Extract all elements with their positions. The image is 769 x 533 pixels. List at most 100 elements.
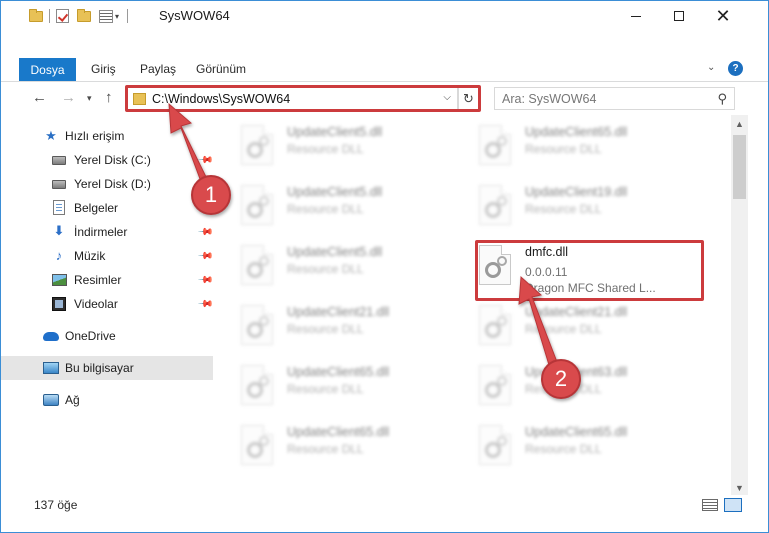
up-arrow-icon[interactable]: ↑ <box>105 89 113 106</box>
search-placeholder: Ara: SysWOW64 <box>502 92 597 106</box>
sidebar-item-pictures[interactable]: Resimler 📌 <box>1 268 214 292</box>
file-item[interactable]: UpdateClient19.dll Resource DLL <box>451 175 671 233</box>
scroll-up-icon[interactable]: ▲ <box>735 119 744 129</box>
file-list: UpdateClient5.dll Resource DLL UpdateCli… <box>213 115 731 495</box>
file-description: Resource DLL <box>287 442 364 456</box>
file-item[interactable]: UpdateClient21.dll Resource DLL <box>451 295 671 353</box>
forward-arrow-icon[interactable]: → <box>61 89 76 106</box>
file-item[interactable]: UpdateClient65.dll Resource DLL <box>213 415 433 473</box>
file-item[interactable]: UpdateClient5.dll Resource DLL <box>213 175 433 233</box>
dll-file-icon <box>241 125 273 165</box>
file-description: Resource DLL <box>525 322 602 336</box>
pin-icon[interactable]: 📌 <box>197 272 214 289</box>
sidebar-item-music[interactable]: ♪ Müzik 📌 <box>1 244 214 268</box>
dll-file-icon <box>479 305 511 345</box>
cloud-icon <box>43 332 59 341</box>
scroll-thumb[interactable] <box>733 135 746 199</box>
title-bar: ▾ SysWOW64 ✕ <box>1 1 768 31</box>
sidebar-item-label: OneDrive <box>65 329 116 343</box>
computer-icon <box>43 362 59 374</box>
file-name: UpdateClient65.dll <box>525 125 628 139</box>
properties-icon[interactable] <box>99 9 113 23</box>
step-1-badge: 1 <box>191 175 231 215</box>
file-description: Resource DLL <box>525 442 602 456</box>
sidebar-item-local-disk-c[interactable]: Yerel Disk (C:) 📌 <box>1 148 214 172</box>
file-item[interactable]: UpdateClient65.dll Resource DLL <box>451 115 671 173</box>
sidebar-item-label: Yerel Disk (D:) <box>74 177 151 191</box>
dll-file-icon <box>479 185 511 225</box>
file-description: Resource DLL <box>287 142 364 156</box>
search-box[interactable]: Ara: SysWOW64 ⚲ <box>494 87 735 110</box>
file-name: UpdateClient5.dll <box>287 245 383 259</box>
sidebar-item-downloads[interactable]: ⬇ İndirmeler 📌 <box>1 220 214 244</box>
music-icon: ♪ <box>55 247 63 263</box>
file-name: UpdateClient21.dll <box>287 305 390 319</box>
minimize-button[interactable] <box>613 1 659 31</box>
close-icon: ✕ <box>715 6 731 26</box>
dll-file-icon <box>241 245 273 285</box>
navigation-pane: ★ Hızlı erişim Yerel Disk (C:) 📌 Yerel D… <box>1 115 214 495</box>
file-item[interactable]: UpdateClient65.dll Resource DLL <box>213 355 433 413</box>
step-2-badge: 2 <box>541 359 581 399</box>
sidebar-item-label: Bu bilgisayar <box>65 361 134 375</box>
file-item[interactable]: UpdateClient5.dll Resource DLL <box>213 235 433 293</box>
search-icon[interactable]: ⚲ <box>717 91 727 107</box>
sidebar-item-documents[interactable]: Belgeler <box>1 196 213 220</box>
sidebar-item-quick-access[interactable]: ★ Hızlı erişim <box>1 124 213 148</box>
details-view-icon[interactable] <box>702 499 718 511</box>
toolbar-divider <box>49 9 50 23</box>
pin-icon[interactable]: 📌 <box>197 296 214 313</box>
new-folder-icon[interactable] <box>77 8 91 22</box>
file-description: Resource DLL <box>525 142 602 156</box>
expand-ribbon-icon[interactable]: ⌄ <box>707 62 715 73</box>
pictures-icon <box>52 274 67 286</box>
dll-file-icon <box>241 185 273 225</box>
pin-icon[interactable]: 📌 <box>197 248 214 265</box>
file-name: UpdateClient19.dll <box>525 185 628 199</box>
file-item[interactable]: UpdateClient21.dll Resource DLL <box>213 295 433 353</box>
drive-icon <box>52 180 66 189</box>
close-button[interactable]: ✕ <box>700 1 746 31</box>
properties-check-icon[interactable] <box>56 9 69 23</box>
sidebar-item-videos[interactable]: Videolar 📌 <box>1 292 214 316</box>
chevron-down-icon[interactable]: ▾ <box>115 12 119 21</box>
maximize-icon <box>674 11 684 21</box>
sidebar-item-label: İndirmeler <box>74 225 128 239</box>
sidebar-item-onedrive[interactable]: OneDrive <box>1 324 213 348</box>
sidebar-item-this-pc[interactable]: Bu bilgisayar <box>1 356 213 380</box>
sidebar-item-label: Belgeler <box>74 201 119 215</box>
sidebar-item-label: Hızlı erişim <box>65 129 125 143</box>
tab-file[interactable]: Dosya <box>19 58 76 81</box>
folder-icon[interactable] <box>29 8 43 22</box>
scroll-down-icon[interactable]: ▼ <box>735 483 744 493</box>
tab-view[interactable]: Görünüm <box>196 62 246 76</box>
sidebar-item-label: Müzik <box>74 249 106 263</box>
file-name: UpdateClient65.dll <box>287 425 390 439</box>
tab-share[interactable]: Paylaş <box>140 62 176 76</box>
vertical-scrollbar[interactable]: ▲ ▼ <box>731 115 748 495</box>
sidebar-item-network[interactable]: Ağ <box>1 388 213 412</box>
file-item[interactable]: UpdateClient65.dll Resource DLL <box>451 415 671 473</box>
sidebar-item-local-disk-d[interactable]: Yerel Disk (D:) <box>1 172 213 196</box>
item-count: 137 öğe <box>34 498 78 512</box>
back-arrow-icon[interactable]: ← <box>32 89 47 106</box>
recent-locations-chevron-icon[interactable]: ▾ <box>87 93 92 104</box>
ribbon-divider <box>1 81 768 82</box>
minimize-icon <box>631 15 641 17</box>
tab-home[interactable]: Giriş <box>91 62 116 76</box>
pin-icon[interactable]: 📌 <box>197 152 214 169</box>
drive-icon <box>52 156 66 165</box>
maximize-button[interactable] <box>656 1 702 31</box>
large-icons-view-icon[interactable] <box>724 498 742 512</box>
quick-access-toolbar: ▾ <box>29 7 134 25</box>
file-description: Resource DLL <box>287 322 364 336</box>
help-icon[interactable]: ? <box>728 61 743 76</box>
dll-file-icon <box>241 425 273 465</box>
file-description: Resource DLL <box>287 262 364 276</box>
pin-icon[interactable]: 📌 <box>197 224 214 241</box>
file-description: Resource DLL <box>525 202 602 216</box>
dll-file-icon <box>479 365 511 405</box>
file-item[interactable]: UpdateClient5.dll Resource DLL <box>213 115 433 173</box>
dll-file-icon <box>241 365 273 405</box>
explorer-window: ▾ SysWOW64 ✕ Dosya Giriş Paylaş Görünüm … <box>0 0 769 533</box>
